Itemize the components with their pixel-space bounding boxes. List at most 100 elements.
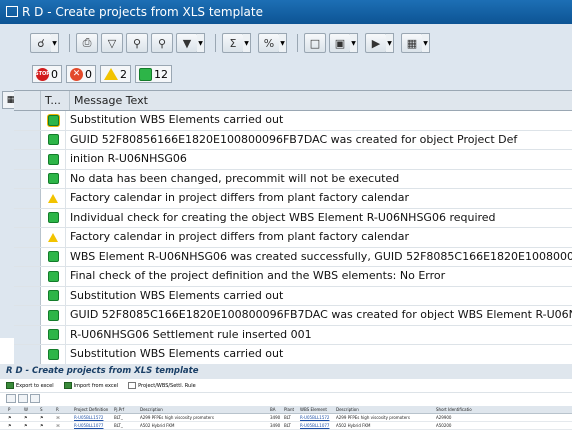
warning-counter[interactable]: 2	[100, 65, 131, 83]
message-row[interactable]: GUID 52F8085C166E1820E100800096FB7DAC wa…	[14, 306, 572, 326]
message-type-cell	[41, 345, 66, 364]
message-text: Factory calendar in project differs from…	[70, 230, 410, 243]
upload-column-header[interactable]: Plant	[284, 407, 300, 412]
layout-dropdown[interactable]: ▼	[422, 33, 430, 53]
upload-column-header[interactable]: R	[56, 407, 74, 412]
message-row[interactable]: Substitution WBS Elements carried out	[14, 286, 572, 306]
select-column-header[interactable]	[14, 91, 41, 110]
message-type-cell	[41, 189, 66, 208]
message-row[interactable]: Factory calendar in project differs from…	[14, 228, 572, 248]
message-column-header[interactable]: Message Text	[70, 91, 572, 110]
upload-column-header[interactable]: Pj.Prf	[114, 407, 140, 412]
export-dropdown[interactable]: ▼	[350, 33, 358, 53]
warning-icon	[104, 68, 118, 80]
upload-column-header[interactable]: Description	[336, 407, 436, 412]
local-file-icon[interactable]: ▶	[365, 33, 387, 53]
print-icon[interactable]	[30, 394, 40, 403]
error-counter[interactable]: ✕ 0	[66, 65, 96, 83]
filter-dropdown[interactable]: ▼	[197, 33, 205, 53]
project-wbs-settl-button[interactable]: Project/WBS/Settl. Rule	[128, 382, 196, 389]
project-definition-link[interactable]: R-U05BLL1077	[74, 423, 114, 428]
upload-column-header[interactable]: P	[8, 407, 24, 412]
upload-table-row[interactable]: ⚑ ⚑ ⚑ ⌘ R-U05BLL1077 BLT_ A502 Hybrid FKM 3490 B…	[0, 422, 572, 430]
message-row[interactable]: Individual check for creating the object…	[14, 208, 572, 228]
row-selector[interactable]	[14, 267, 41, 286]
find-icon[interactable]: ⚲	[126, 33, 148, 53]
local-file-dropdown[interactable]: ▼	[386, 33, 394, 53]
refresh-icon[interactable]	[18, 394, 28, 403]
success-counter[interactable]: 12	[135, 65, 172, 83]
print-preview-icon[interactable]: □	[304, 33, 326, 53]
upload-column-header[interactable]: Description	[140, 407, 270, 412]
export-excel-button[interactable]: Export to excel	[6, 382, 54, 389]
export-icon[interactable]: ▣	[329, 33, 351, 53]
rule-icon: ⌘	[56, 423, 60, 428]
wbs-element-link[interactable]: R-U05BLL1572	[300, 415, 336, 420]
toolbar-separator	[69, 34, 70, 52]
upload-column-header[interactable]: Short Identificatio	[436, 407, 572, 412]
row-selector[interactable]	[14, 189, 41, 208]
row-selector[interactable]	[14, 247, 41, 266]
toolbar-separator	[297, 34, 298, 52]
row-selector[interactable]	[14, 150, 41, 169]
upload-column-header[interactable]: S	[40, 407, 56, 412]
sum-dropdown[interactable]: ▼	[243, 33, 251, 53]
toolbar-separator	[215, 34, 216, 52]
row-selector[interactable]	[14, 208, 41, 227]
upload-column-header[interactable]: WBS Element	[300, 407, 336, 412]
upload-column-header[interactable]: Project Definition	[74, 407, 114, 412]
message-type-cell	[41, 286, 66, 305]
upload-cell: 3490	[270, 423, 281, 428]
message-row[interactable]: Substitution WBS Elements carried out	[14, 111, 572, 131]
status-icon: ⚑	[24, 415, 28, 420]
upload-column-header[interactable]: BA	[270, 407, 284, 412]
upload-cell: A29900	[436, 415, 452, 420]
upload-cell: A299 PFPEs high viscosity promoters	[140, 415, 214, 420]
details-icon[interactable]: ☌	[30, 33, 52, 53]
row-selector[interactable]	[14, 169, 41, 188]
upload-table-header: P W S R Project Definition Pj.Prf Description B…	[0, 406, 572, 414]
status-icon: ⚑	[8, 415, 12, 420]
upload-table-row[interactable]: ⚑ ⚑ ⚑ ⌘ R-U05BLL1572 BLT_ A299 PFPEs high visc…	[0, 414, 572, 422]
filter-icon[interactable]: ▽	[101, 33, 123, 53]
message-type-cell	[41, 208, 66, 227]
message-row[interactable]: Substitution WBS Elements carried out	[14, 345, 572, 365]
message-type-cell	[41, 247, 66, 266]
project-definition-link[interactable]: R-U05BLL1572	[74, 415, 114, 420]
wbs-element-link[interactable]: R-U05BLL1077	[300, 423, 336, 428]
import-excel-button[interactable]: Import from excel	[63, 382, 118, 389]
layout-icon[interactable]: ▦	[401, 33, 423, 53]
upload-cell: BLT_	[114, 423, 123, 428]
set-filter-icon[interactable]: ▼	[176, 33, 198, 53]
message-row[interactable]: WBS Element R-U06NHSG06 was created succ…	[14, 247, 572, 267]
message-row[interactable]: No data has been changed, precommit will…	[14, 169, 572, 189]
window-title: R D - Create projects from XLS template	[22, 5, 264, 19]
success-icon	[139, 67, 152, 81]
message-text: No data has been changed, precommit will…	[70, 171, 400, 185]
message-row[interactable]: Final check of the project definition an…	[14, 267, 572, 287]
details-icon[interactable]	[6, 394, 16, 403]
warning-icon	[48, 193, 58, 203]
message-row[interactable]: Factory calendar in project differs from…	[14, 189, 572, 209]
row-selector[interactable]	[14, 130, 41, 149]
find-next-icon[interactable]: ⚲	[151, 33, 173, 53]
details-dropdown[interactable]: ▼	[51, 33, 59, 53]
row-selector[interactable]	[14, 286, 41, 305]
print-icon[interactable]: ⎙	[76, 33, 98, 53]
message-row[interactable]: GUID 52F80856166E1820E100800096FB7DAC wa…	[14, 130, 572, 150]
upload-column-header[interactable]: W	[24, 407, 40, 412]
sum-icon[interactable]: Σ	[222, 33, 244, 53]
subtotal-dropdown[interactable]: ▼	[279, 33, 287, 53]
row-selector[interactable]	[14, 228, 41, 247]
stop-counter[interactable]: STOP 0	[32, 65, 62, 83]
row-selector[interactable]	[14, 306, 41, 325]
row-selector[interactable]	[14, 345, 41, 364]
upload-cell: A50200	[436, 423, 452, 428]
row-selector[interactable]	[14, 111, 41, 130]
row-selector[interactable]	[14, 325, 41, 344]
subtotal-icon[interactable]: %	[258, 33, 280, 53]
message-row[interactable]: R-U06NHSG06 Settlement rule inserted 001	[14, 325, 572, 345]
message-row[interactable]: inition R-U06NHSG06	[14, 150, 572, 170]
message-text: Substitution WBS Elements carried out	[70, 288, 284, 302]
type-column-header[interactable]: T...	[41, 91, 70, 110]
